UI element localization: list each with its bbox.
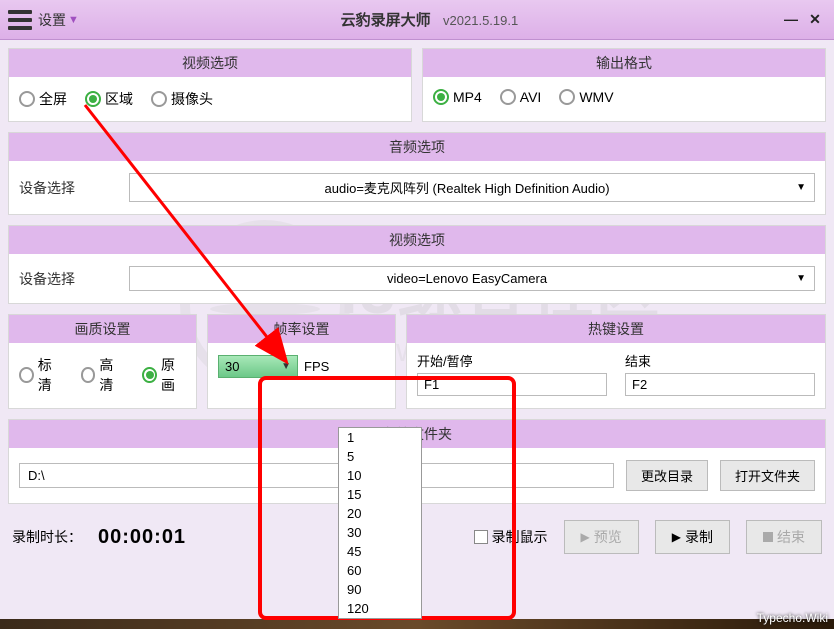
fps-option[interactable]: 45 [339,542,421,561]
audio-panel: 音频选项 设备选择 audio=麦克风阵列 (Realtek High Defi… [8,132,826,215]
open-folder-button[interactable]: 打开文件夹 [720,460,815,491]
panel-title: 热键设置 [407,315,825,343]
quality-panel: 画质设置 标清 高清 原画 [8,314,197,409]
menu-icon[interactable] [8,10,32,30]
radio-sd[interactable]: 标清 [19,355,63,395]
hotkey-start-label: 开始/暂停 [417,351,607,370]
rec-time-label: 录制时长： [12,527,82,547]
bottom-border [0,619,834,629]
record-button[interactable]: ▶录制 [655,520,730,554]
video-device-panel: 视频选项 设备选择 video=Lenovo EasyCamera▼ [8,225,826,304]
radio-region[interactable]: 区域 [85,89,133,109]
hotkey-stop-input[interactable] [625,373,815,396]
folder-path-input[interactable] [19,463,614,488]
fps-option[interactable]: 20 [339,504,421,523]
panel-title: 帧率设置 [208,315,395,343]
fps-dropdown[interactable]: 30▼ [218,355,298,378]
settings-dropdown[interactable]: 设置▼ [38,10,79,30]
titlebar: 设置▼ 云豹录屏大师 v2021.5.19.1 — ✕ [0,0,834,40]
fps-option[interactable]: 90 [339,580,421,599]
fps-option[interactable]: 5 [339,447,421,466]
rec-time-value: 00:00:01 [98,526,186,549]
video-options-panel: 视频选项 全屏 区域 摄像头 [8,48,412,122]
fps-option[interactable]: 15 [339,485,421,504]
fps-option[interactable]: 120 [339,599,421,618]
fps-option[interactable]: 30 [339,523,421,542]
fps-panel: 帧率设置 30▼ FPS [207,314,396,409]
preview-button[interactable]: ▶预览 [564,520,639,554]
radio-hd[interactable]: 高清 [81,355,125,395]
panel-title: 视频选项 [9,49,411,77]
minimize-button[interactable]: — [780,11,802,29]
panel-title: 画质设置 [9,315,196,343]
device-label: 设备选择 [19,178,99,198]
stop-icon [763,532,773,542]
panel-title: 输出格式 [423,49,825,77]
fps-unit: FPS [304,359,329,374]
hotkey-stop-label: 结束 [625,351,815,370]
output-format-panel: 输出格式 MP4 AVI WMV [422,48,826,122]
app-title: 云豹录屏大师 v2021.5.19.1 [79,9,780,30]
fps-option[interactable]: 1 [339,428,421,447]
radio-mp4[interactable]: MP4 [433,89,482,105]
radio-wmv[interactable]: WMV [559,89,613,105]
play-icon: ▶ [672,530,681,544]
change-folder-button[interactable]: 更改目录 [626,460,708,491]
play-icon: ▶ [581,530,590,544]
record-mouse-checkbox[interactable]: 录制鼠示 [474,527,548,547]
hotkey-start-input[interactable] [417,373,607,396]
fps-option[interactable]: 10 [339,466,421,485]
panel-title: 音频选项 [9,133,825,161]
audio-device-dropdown[interactable]: audio=麦克风阵列 (Realtek High Definition Aud… [129,173,815,202]
stop-button[interactable]: 结束 [746,520,822,554]
radio-avi[interactable]: AVI [500,89,542,105]
radio-original[interactable]: 原画 [142,355,186,395]
hotkey-panel: 热键设置 开始/暂停 结束 [406,314,826,409]
radio-camera[interactable]: 摄像头 [151,89,213,109]
device-label: 设备选择 [19,269,99,289]
radio-fullscreen[interactable]: 全屏 [19,89,67,109]
close-button[interactable]: ✕ [804,11,826,29]
panel-title: 视频选项 [9,226,825,254]
video-device-dropdown[interactable]: video=Lenovo EasyCamera▼ [129,266,815,291]
fps-option[interactable]: 60 [339,561,421,580]
corner-credit: Typecho.Wiki [757,611,828,625]
fps-dropdown-list[interactable]: 1510152030456090120 [338,427,422,619]
